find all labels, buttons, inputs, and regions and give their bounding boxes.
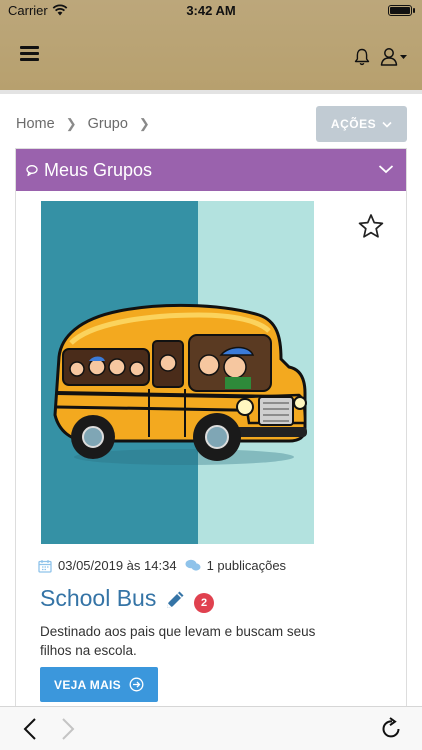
breadcrumb-home[interactable]: Home bbox=[16, 116, 55, 132]
page-content: Home ❯ Grupo ❯ AÇÕES Meus Grupos 03/05/2… bbox=[0, 94, 422, 708]
school-bus-illustration bbox=[53, 303, 307, 465]
bell-icon[interactable] bbox=[354, 48, 370, 66]
back-icon[interactable] bbox=[22, 717, 38, 741]
group-description: Destinado aos pais que levam e buscam se… bbox=[40, 624, 316, 658]
user-icon[interactable] bbox=[380, 47, 408, 67]
group-posts-count: 1 publicações bbox=[206, 558, 287, 573]
comments-icon bbox=[185, 559, 201, 571]
battery-icon bbox=[388, 5, 415, 16]
chevron-right-icon: ❯ bbox=[138, 116, 150, 131]
see-more-label: VEJA MAIS bbox=[54, 677, 121, 692]
browser-toolbar bbox=[0, 706, 422, 750]
calendar-icon bbox=[38, 559, 52, 573]
breadcrumb: Home ❯ Grupo ❯ bbox=[16, 116, 161, 132]
menu-icon[interactable] bbox=[20, 46, 39, 61]
star-icon[interactable] bbox=[358, 213, 384, 239]
chevron-right-icon: ❯ bbox=[65, 116, 77, 131]
groups-panel: Meus Grupos 03/05/2019 às 14:34 1 public… bbox=[15, 148, 407, 708]
forward-icon[interactable] bbox=[60, 717, 76, 741]
see-more-button[interactable]: VEJA MAIS bbox=[40, 667, 158, 702]
group-meta: 03/05/2019 às 14:34 1 publicações bbox=[38, 558, 286, 573]
clock: 3:42 AM bbox=[186, 3, 236, 18]
group-title[interactable]: School Bus bbox=[40, 585, 156, 612]
notification-badge: 2 bbox=[194, 593, 214, 613]
panel-header[interactable]: Meus Grupos bbox=[16, 149, 406, 191]
status-bar: Carrier 3:42 AM bbox=[0, 0, 422, 22]
actions-button-label: AÇÕES bbox=[330, 117, 377, 131]
arrow-circle-right-icon bbox=[129, 677, 144, 692]
breadcrumb-grupo[interactable]: Grupo bbox=[88, 116, 128, 132]
pencil-icon[interactable] bbox=[164, 589, 186, 611]
chevron-down-icon[interactable] bbox=[378, 163, 394, 175]
comments-icon bbox=[26, 165, 38, 177]
chevron-down-icon bbox=[382, 121, 392, 128]
actions-button[interactable]: AÇÕES bbox=[316, 106, 407, 142]
group-image[interactable] bbox=[41, 201, 314, 544]
reload-icon[interactable] bbox=[381, 717, 403, 741]
app-header: Carrier 3:42 AM bbox=[0, 0, 422, 90]
group-date: 03/05/2019 às 14:34 bbox=[58, 558, 177, 573]
panel-title: Meus Grupos bbox=[44, 160, 153, 180]
